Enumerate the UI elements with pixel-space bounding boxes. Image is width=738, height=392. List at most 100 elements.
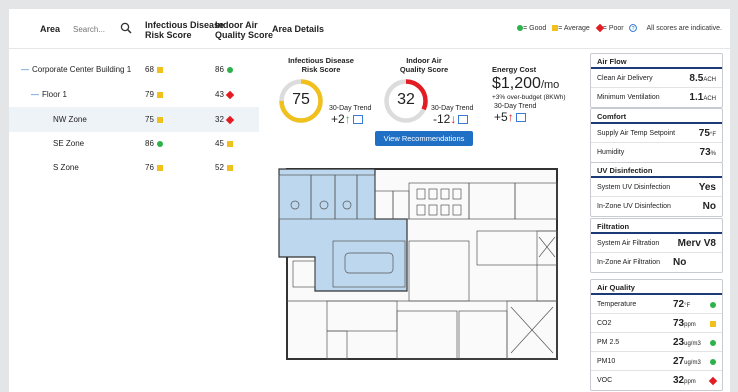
metric-value: 23 — [673, 337, 685, 348]
energy-cost-value: $1,200 — [492, 75, 541, 92]
risk-trend-value: +2 — [331, 112, 345, 126]
trend-chart-icon[interactable] — [352, 115, 363, 125]
metric-reading: 8.5ACH — [689, 69, 716, 90]
iaq-gauge-title-line2: Quality Score — [399, 65, 449, 74]
metric-label: PM10 — [597, 358, 616, 365]
floor-plan[interactable] — [267, 161, 577, 366]
metric-label: Supply Air Temp Setpoint — [597, 130, 676, 137]
search-icon[interactable] — [120, 22, 132, 34]
iaq-gauge-title: Indoor Air Quality Score — [374, 56, 474, 74]
metric-unit: ppm — [684, 322, 696, 328]
risk-gauge-title-line2: Risk Score — [301, 65, 341, 74]
air-quality-panel: Air Quality Temperature 72°F CO2 73ppm PM … — [590, 279, 723, 391]
comfort-panel: Comfort Supply Air Temp Setpoint 75°F Hum… — [590, 108, 723, 163]
risk-score: 76 — [145, 155, 163, 180]
in-zone-uv-row: In-Zone UV Disinfection No — [591, 197, 722, 216]
risk-score-card: Infectious Disease Risk Score — [271, 56, 371, 74]
risk-gauge-title: Infectious Disease Risk Score — [271, 56, 371, 74]
metric-value: 8.5 — [689, 73, 704, 84]
energy-budget-note: +3% over-budget (8KWh) — [492, 94, 566, 101]
tree-item-nw-zone[interactable]: NW Zone 75 32 — [9, 107, 259, 132]
energy-cost: $1,200/mo — [492, 75, 559, 93]
humidity-row: Humidity 73% — [591, 143, 722, 162]
good-dot-icon — [710, 359, 716, 365]
iaq-trend-value: -12 — [433, 112, 451, 126]
trend-chart-icon[interactable] — [515, 113, 526, 123]
metric-label: CO2 — [597, 320, 612, 327]
tree-item-building[interactable]: — Corporate Center Building 1 68 86 — [9, 57, 259, 82]
tree-item-label: SE Zone — [53, 139, 85, 148]
svg-text:?: ? — [631, 26, 634, 32]
iaq-score-value: 32 — [397, 91, 415, 108]
collapse-icon[interactable]: — — [21, 65, 29, 74]
poor-diamond-icon — [225, 90, 235, 100]
tree-item-floor1[interactable]: — Floor 1 79 43 — [9, 82, 259, 107]
risk-score-value: 76 — [145, 163, 154, 172]
iaq-trend: -12↓ — [433, 112, 469, 126]
risk-score: 79 — [145, 82, 163, 107]
tree-item-label: Floor 1 — [42, 90, 67, 99]
metric-reading: 27ug/m3 — [673, 352, 701, 373]
uv-disinfection-panel: UV Disinfection System UV Disinfection Ye… — [590, 162, 723, 217]
metric-label: Minimum Ventilation — [597, 94, 660, 101]
iaq-column-header-line1: Indoor Air — [215, 20, 258, 30]
metric-reading: 32ppm — [673, 371, 696, 392]
metric-reading: Merv V8 — [678, 234, 716, 254]
arrow-down-icon: ↓ — [450, 112, 457, 126]
system-filtration-row: System Air Filtration Merv V8 — [591, 234, 722, 253]
metric-value: Merv V8 — [677, 238, 716, 249]
filtration-panel: Filtration System Air Filtration Merv V8 … — [590, 218, 723, 273]
tree-item-se-zone[interactable]: SE Zone 86 45 — [9, 131, 259, 156]
risk-column-header-line2: Risk Score — [145, 30, 192, 40]
iaq-score-value: 52 — [215, 163, 224, 172]
metric-reading: 75°F — [699, 124, 716, 145]
good-dot-icon — [710, 340, 716, 346]
air-flow-panel: Air Flow Clean Air Delivery 8.5ACH Minimu… — [590, 53, 723, 108]
poor-diamond-icon — [225, 115, 235, 125]
collapse-icon[interactable]: — — [31, 90, 39, 99]
supply-air-temp-row: Supply Air Temp Setpoint 75°F — [591, 124, 722, 143]
help-icon[interactable]: ? — [628, 24, 637, 32]
tree-item-label: NW Zone — [53, 115, 87, 124]
good-dot-icon — [156, 140, 163, 147]
metric-label: System Air Filtration — [597, 240, 660, 247]
average-square-icon — [710, 321, 716, 327]
tree-item-s-zone[interactable]: S Zone 76 52 — [9, 155, 259, 180]
legend-average: = Average — [558, 24, 590, 32]
iaq-score-value: 43 — [215, 90, 224, 99]
energy-cost-title: Energy Cost — [492, 65, 537, 74]
risk-score: 68 — [145, 57, 163, 82]
iaq-column-header[interactable]: Indoor Air Quality Score — [215, 20, 273, 40]
energy-trend-value: +5 — [494, 110, 508, 124]
risk-score: 75 — [145, 107, 163, 132]
metric-value: 75 — [698, 128, 710, 139]
risk-column-header[interactable]: Infectious Disease Risk Score — [145, 20, 224, 40]
pm25-row: PM 2.5 23ug/m3 — [591, 333, 722, 352]
temperature-row: Temperature 72°F — [591, 295, 722, 314]
comfort-title: Comfort — [591, 109, 722, 124]
legend-poor: = Poor — [602, 24, 624, 32]
header-bar: Area Infectious Disease Risk Score Indoo… — [9, 9, 730, 49]
metric-label: Humidity — [597, 149, 625, 156]
metric-value: 1.1 — [689, 92, 704, 103]
risk-column-header-line1: Infectious Disease — [145, 20, 225, 30]
metric-value: 72 — [673, 299, 685, 310]
risk-score-value: 75 — [145, 115, 154, 124]
iaq-column-header-line2: Quality Score — [215, 30, 274, 40]
metric-reading: 73ppm — [673, 314, 696, 335]
iaq-score-card: Indoor Air Quality Score — [374, 56, 474, 74]
arrow-up-icon: ↑ — [507, 110, 514, 124]
trend-chart-icon[interactable] — [458, 115, 469, 125]
legend-note: All scores are indicative. — [646, 24, 722, 32]
metric-label: System UV Disinfection — [597, 184, 671, 191]
pm10-row: PM10 27ug/m3 — [591, 352, 722, 371]
iaq-score-value: 86 — [215, 65, 224, 74]
view-recommendations-button[interactable]: View Recommendations — [375, 131, 473, 146]
filtration-title: Filtration — [591, 219, 722, 234]
metric-unit: % — [710, 151, 716, 157]
metric-label: Temperature — [597, 301, 637, 308]
uv-disinfection-title: UV Disinfection — [591, 163, 722, 178]
minimum-ventilation-row: Minimum Ventilation 1.1ACH — [591, 88, 722, 107]
metric-value: 27 — [673, 356, 685, 367]
metric-label: PM 2.5 — [597, 339, 620, 346]
